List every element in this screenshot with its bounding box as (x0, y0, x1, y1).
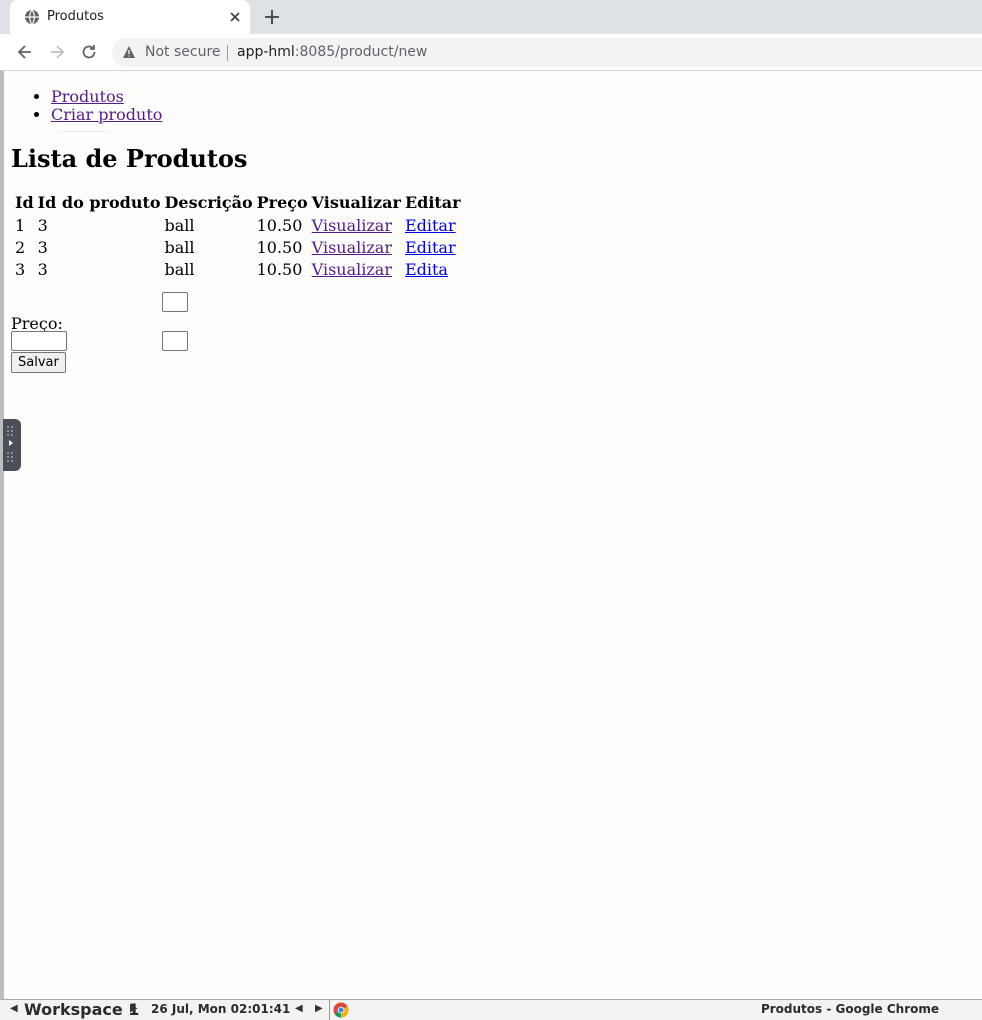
column-header-id: Id (15, 192, 34, 212)
nav-link-criar-produto[interactable]: Criar produto (51, 105, 162, 124)
warning-icon[interactable] (122, 45, 136, 59)
nav-item-produtos: Produtos (51, 88, 162, 106)
chrome-icon[interactable] (333, 1002, 349, 1018)
nav-link-produtos[interactable]: Produtos (51, 87, 124, 106)
column-header-product-id: Id do produto (37, 192, 161, 212)
cell-view: Visualizar (311, 258, 402, 280)
task-prev-icon[interactable]: ◀ (295, 1003, 303, 1014)
back-arrow-icon[interactable] (15, 42, 35, 62)
cell-view: Visualizar (311, 236, 402, 258)
cell-edit: Editar (404, 236, 462, 258)
nav-divider (59, 131, 109, 132)
cell-product-id: 3 (37, 259, 48, 279)
cell-description: ball (164, 259, 195, 279)
reload-icon[interactable] (79, 42, 99, 62)
column-header-edit: Editar (404, 192, 461, 212)
edit-link[interactable]: Edita (405, 260, 448, 279)
side-panel-handle[interactable] (3, 419, 21, 471)
workspace-next-icon[interactable]: ▶ (130, 1003, 138, 1014)
url-host: app-hml (237, 44, 295, 60)
nav-menu: Produtos Criar produto (33, 88, 162, 124)
column-header-view: Visualizar (311, 192, 401, 212)
description-input[interactable] (162, 331, 188, 351)
clock: 26 Jul, Mon 02:01:41 (151, 1002, 291, 1016)
cell-price: 10.50 (256, 215, 303, 235)
product-id-input[interactable] (162, 292, 188, 312)
column-header-description: Descrição (164, 192, 253, 212)
table-row: 2 3 ball 10.50 Visualizar Editar (14, 236, 462, 258)
column-header-price: Preço (256, 192, 308, 212)
taskbar-divider (329, 1000, 330, 1020)
url-text[interactable]: app-hml:8085/product/new (237, 44, 427, 60)
url-path: :8085/product/new (294, 44, 428, 60)
grip-dots-icon (7, 426, 13, 462)
cell-edit: Editar (404, 214, 462, 236)
view-link[interactable]: Visualizar (312, 216, 392, 235)
tab-title: Produtos (47, 9, 104, 24)
nav-item-criar-produto: Criar produto (51, 106, 162, 124)
task-next-icon[interactable]: ▶ (315, 1003, 323, 1014)
cell-id: 1 (15, 215, 26, 235)
table-row: 1 3 ball 10.50 Visualizar Editar (14, 214, 462, 236)
edit-link[interactable]: Editar (405, 238, 456, 257)
workspace-prev-icon[interactable]: ◀ (10, 1003, 18, 1014)
window-title[interactable]: Produtos - Google Chrome (761, 1002, 939, 1016)
save-button[interactable]: Salvar (11, 352, 66, 373)
browser-tab[interactable]: Produtos (10, 0, 250, 34)
cell-description: ball (164, 237, 195, 257)
browser-toolbar: Not secure app-hml:8085/product/new (0, 34, 982, 71)
cell-product-id: 3 (37, 237, 48, 257)
cell-product-id: 3 (37, 215, 48, 235)
cell-id: 3 (15, 259, 26, 279)
globe-icon (25, 9, 39, 25)
cell-description: ball (164, 215, 195, 235)
cell-id: 2 (15, 237, 26, 257)
workspace-label[interactable]: Workspace 1 (24, 1000, 139, 1020)
security-status[interactable]: Not secure (145, 44, 221, 60)
view-link[interactable]: Visualizar (312, 260, 392, 279)
cell-edit: Edita (404, 258, 462, 280)
table-header-row: Id Id do produto Descrição Preço Visuali… (14, 190, 462, 214)
cell-view: Visualizar (311, 214, 402, 236)
edit-link[interactable]: Editar (405, 216, 456, 235)
cell-price: 10.50 (256, 237, 303, 257)
products-table: Id Id do produto Descrição Preço Visuali… (12, 190, 464, 280)
view-link[interactable]: Visualizar (312, 238, 392, 257)
price-input[interactable] (11, 331, 67, 351)
cell-price: 10.50 (256, 259, 303, 279)
address-bar[interactable]: Not secure app-hml:8085/product/new (112, 38, 982, 67)
window-left-edge (0, 71, 4, 999)
new-tab-plus-icon[interactable] (263, 8, 281, 26)
table-row: 3 3 ball 10.50 Visualizar Edita (14, 258, 462, 280)
taskbar: ◀ Workspace 1 ▶ 26 Jul, Mon 02:01:41 ◀ ▶… (0, 999, 982, 1020)
omnibox-divider (227, 45, 228, 61)
close-icon[interactable] (227, 9, 243, 25)
page-title: Lista de Produtos (11, 144, 248, 173)
forward-arrow-icon[interactable] (47, 42, 67, 62)
tab-strip: Produtos (0, 0, 982, 34)
